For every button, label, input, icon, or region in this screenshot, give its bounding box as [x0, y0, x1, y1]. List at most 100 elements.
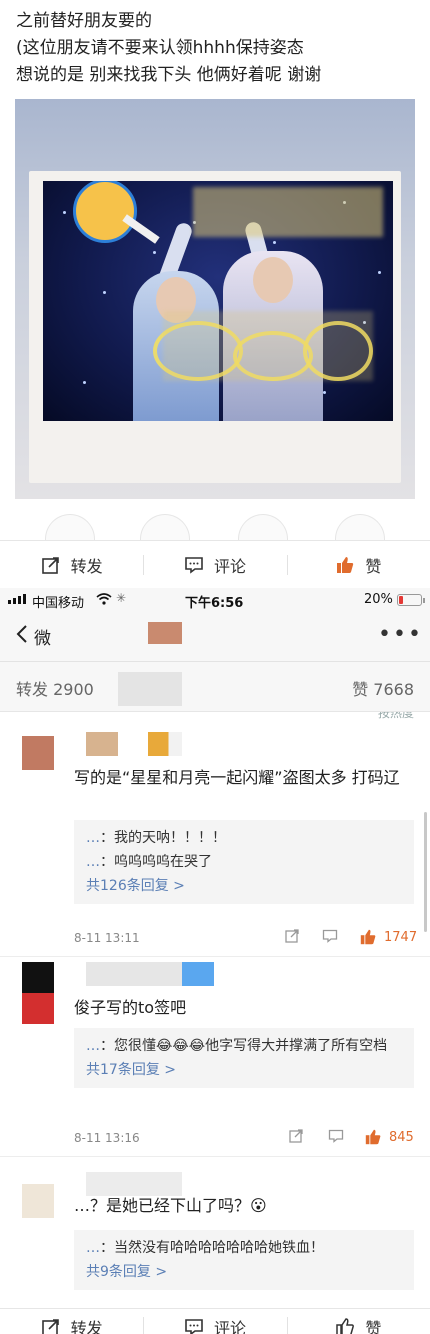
reply-author[interactable]: …: [86, 1038, 100, 1054]
share-targets-row: [0, 514, 430, 540]
avatar[interactable]: [22, 736, 54, 770]
photo-card: [29, 171, 401, 483]
comment-meta: 8-11 13:16 845: [74, 1126, 414, 1150]
fan-sign: [73, 181, 137, 243]
chevron-left-icon: [16, 624, 28, 649]
like-count-tab[interactable]: 赞 7668: [352, 676, 414, 700]
share-target-icon[interactable]: [140, 514, 190, 540]
sort-hint[interactable]: 按热度: [378, 712, 414, 721]
reply-line: …：我的天呐！！！！: [86, 826, 402, 850]
like-button[interactable]: 赞: [286, 1315, 430, 1334]
comment-label: 评论: [213, 556, 246, 576]
reply-text: ：呜呜呜呜在哭了: [100, 854, 212, 870]
comment-like-count: 845: [389, 1130, 414, 1145]
thumbs-up-icon[interactable]: [359, 928, 377, 949]
comment-date: 8-11 13:11: [74, 931, 140, 945]
comment-button[interactable]: 评论: [143, 553, 286, 577]
thumbs-up-outline-icon: [335, 1317, 355, 1334]
reply-author[interactable]: …: [86, 830, 100, 846]
status-time: 下午6:56: [185, 596, 244, 611]
reply-preview[interactable]: …：我的天呐！！！！ …：呜呜呜呜在哭了 共126条回复 >: [74, 820, 414, 904]
post-text: 之前替好朋友要的 (这位朋友请不要来认领hhhh保持姿态 想说的是 别来找我下头…: [16, 8, 416, 89]
reply-line: …：您很懂😂😂😂他字写得大并撑满了所有空档: [86, 1034, 402, 1058]
battery-percent: 20%: [364, 592, 393, 607]
reply-author[interactable]: …: [86, 1240, 100, 1256]
more-options-button[interactable]: •••: [378, 622, 423, 647]
loading-spinner-icon: ✳: [116, 591, 127, 605]
username-blurred[interactable]: [86, 732, 118, 756]
pixelated-signature: [163, 311, 373, 381]
avatar[interactable]: [22, 1184, 54, 1218]
battery-level: [399, 596, 403, 604]
divider: [0, 956, 430, 957]
more-replies-link[interactable]: 共9条回复 >: [86, 1260, 402, 1284]
engagement-counts: 转发 2900 赞 7668: [0, 662, 430, 712]
comment-icon[interactable]: [328, 1128, 344, 1147]
username-blurred[interactable]: [86, 962, 214, 986]
repost-button[interactable]: 转发: [0, 553, 143, 577]
user-badge-blurred: [148, 732, 182, 756]
nav-bar: 微 •••: [0, 612, 430, 662]
repost-icon: [41, 555, 61, 575]
nav-title-avatar: [148, 622, 182, 644]
back-label: 微: [34, 629, 51, 649]
divider: [0, 1156, 430, 1157]
reply-author[interactable]: …: [86, 854, 100, 870]
comment-count-tab[interactable]: [118, 672, 182, 706]
comment-icon: [184, 1317, 204, 1334]
signal-icon: [8, 594, 26, 604]
more-replies-link[interactable]: 共17条回复 >: [86, 1058, 402, 1082]
battery-cap: [423, 598, 425, 603]
repost-icon: [41, 1317, 61, 1334]
comment-meta: 8-11 13:11 1747: [74, 926, 418, 950]
comment-label: 评论: [213, 1319, 246, 1334]
reply-text: ：我的天呐！！！！: [100, 830, 226, 846]
carrier-name: 中国移动: [32, 596, 85, 611]
like-button[interactable]: 赞: [286, 553, 430, 577]
photo-stage: [43, 181, 393, 421]
post-line: 想说的是 别来找我下头 他俩好着呢 谢谢: [16, 65, 322, 85]
comment-text: 写的是“星星和月亮一起闪耀”盗图太多 打码辽: [74, 768, 400, 787]
performer-head: [253, 257, 293, 303]
thumbs-up-icon: [335, 555, 355, 575]
reply-line: …：当然没有哈哈哈哈哈哈哈她铁血！: [86, 1236, 402, 1260]
repost-count-tab[interactable]: 转发 2900: [16, 676, 94, 700]
post-image[interactable]: [15, 99, 415, 499]
comment-icon[interactable]: [322, 928, 338, 947]
avatar[interactable]: [22, 962, 54, 1024]
back-button[interactable]: 微: [16, 624, 51, 649]
more-replies-link[interactable]: 共126条回复 >: [86, 874, 402, 898]
comment-button[interactable]: 评论: [143, 1315, 286, 1334]
post-line: (这位朋友请不要来认领hhhh保持姿态: [16, 38, 304, 58]
reply-preview[interactable]: …：您很懂😂😂😂他字写得大并撑满了所有空档 共17条回复 >: [74, 1028, 414, 1088]
pixelated-signature: [193, 187, 383, 237]
wifi-icon: [96, 593, 112, 609]
reply-preview[interactable]: …：当然没有哈哈哈哈哈哈哈她铁血！ 共9条回复 >: [74, 1230, 414, 1290]
share-target-icon[interactable]: [238, 514, 288, 540]
reply-line: …：呜呜呜呜在哭了: [86, 850, 402, 874]
share-target-icon[interactable]: [335, 514, 385, 540]
comment-date: 8-11 13:16: [74, 1131, 140, 1145]
comment-text: …？是她已经下山了吗？😮: [74, 1196, 267, 1215]
scrollbar[interactable]: [424, 812, 427, 932]
post-line: 之前替好朋友要的: [16, 11, 152, 31]
post-action-bar: 转发 评论 赞: [0, 540, 430, 588]
comment-icon: [184, 555, 204, 575]
bottom-action-bar: 转发 评论 赞: [0, 1308, 430, 1334]
reply-text: ：当然没有哈哈哈哈哈哈哈她铁血！: [100, 1240, 324, 1256]
repost-icon[interactable]: [288, 1128, 304, 1147]
comment-text: 俊子写的to签吧: [74, 998, 187, 1017]
post-card: 之前替好朋友要的 (这位朋友请不要来认领hhhh保持姿态 想说的是 别来找我下头…: [0, 0, 430, 540]
battery-icon: [397, 594, 422, 606]
like-label: 赞: [365, 556, 382, 576]
thumbs-up-icon[interactable]: [364, 1128, 382, 1149]
repost-label: 转发: [70, 1319, 103, 1334]
comment-list: 按热度 写的是“星星和月亮一起闪耀”盗图太多 打码辽 …：我的天呐！！！！ …：…: [0, 712, 430, 1308]
comment-like-count: 1747: [384, 930, 418, 945]
repost-label: 转发: [70, 556, 103, 576]
status-bar: 中国移动 ✳ 下午6:56 20%: [0, 588, 430, 612]
like-label: 赞: [365, 1319, 382, 1334]
repost-icon[interactable]: [284, 928, 300, 947]
repost-button[interactable]: 转发: [0, 1315, 143, 1334]
share-target-icon[interactable]: [45, 514, 95, 540]
